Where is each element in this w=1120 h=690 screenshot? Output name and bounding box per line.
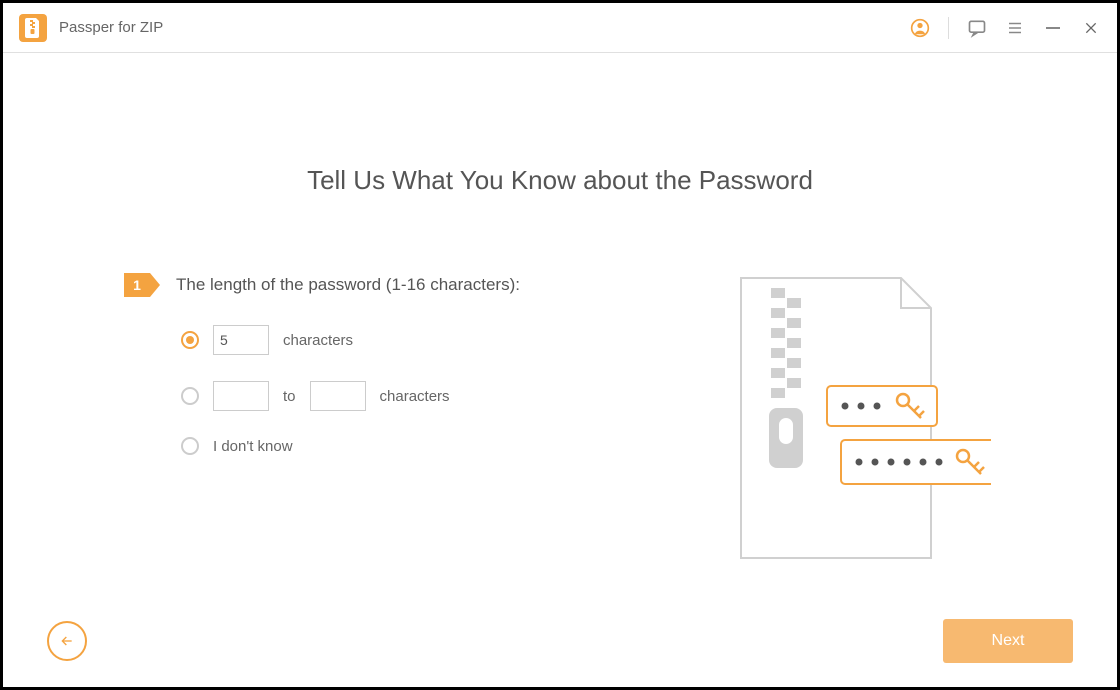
step-label: The length of the password (1-16 charact… bbox=[176, 275, 520, 295]
menu-icon[interactable] bbox=[1005, 18, 1025, 38]
arrow-left-icon bbox=[59, 633, 75, 649]
radio-exact[interactable] bbox=[181, 331, 199, 349]
option-range-length: to characters bbox=[181, 381, 601, 411]
input-exact-length[interactable] bbox=[213, 325, 269, 355]
close-button[interactable] bbox=[1081, 18, 1101, 38]
next-button[interactable]: Next bbox=[943, 619, 1073, 663]
titlebar-actions bbox=[910, 17, 1101, 39]
radio-range[interactable] bbox=[181, 387, 199, 405]
label-characters-range: characters bbox=[380, 388, 450, 405]
feedback-icon[interactable] bbox=[967, 18, 987, 38]
separator bbox=[948, 17, 949, 39]
app-title: Passper for ZIP bbox=[59, 19, 163, 36]
minimize-button[interactable] bbox=[1043, 18, 1063, 38]
label-to: to bbox=[283, 388, 296, 405]
footer: Next bbox=[3, 597, 1117, 687]
step-number-badge: 1 bbox=[124, 273, 150, 297]
password-box-short bbox=[827, 386, 937, 426]
illustration bbox=[731, 268, 991, 568]
options-group: characters to characters I don't know bbox=[181, 325, 601, 481]
input-range-to[interactable] bbox=[310, 381, 366, 411]
page-heading: Tell Us What You Know about the Password bbox=[3, 165, 1117, 196]
titlebar: Passper for ZIP bbox=[3, 3, 1117, 53]
label-unknown: I don't know bbox=[213, 438, 293, 455]
password-box-long bbox=[841, 440, 991, 484]
content-area: Tell Us What You Know about the Password… bbox=[3, 53, 1117, 687]
radio-unknown[interactable] bbox=[181, 437, 199, 455]
input-range-from[interactable] bbox=[213, 381, 269, 411]
back-button[interactable] bbox=[47, 621, 87, 661]
account-icon[interactable] bbox=[910, 18, 930, 38]
app-window: Passper for ZIP Tell Us What You Know ab… bbox=[3, 3, 1117, 687]
option-exact-length: characters bbox=[181, 325, 601, 355]
label-characters: characters bbox=[283, 332, 353, 349]
app-logo bbox=[19, 14, 47, 42]
option-unknown: I don't know bbox=[181, 437, 601, 455]
zip-file-icon bbox=[25, 18, 41, 38]
